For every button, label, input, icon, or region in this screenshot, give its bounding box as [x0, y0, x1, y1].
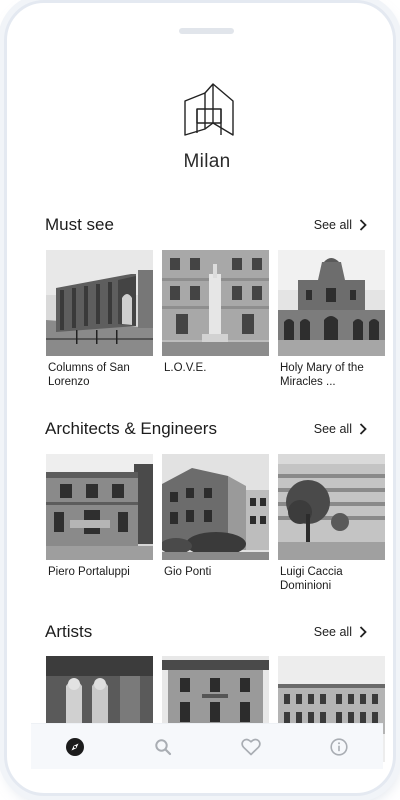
chevron-right-icon — [359, 219, 367, 231]
speaker-slot — [179, 28, 234, 34]
section-header-artists: Artists See all — [45, 620, 367, 644]
see-all-link[interactable]: See all — [314, 218, 367, 232]
card[interactable]: L.O.V.E. — [162, 250, 269, 389]
chevron-right-icon — [359, 423, 367, 435]
card-caption: Piero Portaluppi — [48, 566, 130, 578]
tab-favorites[interactable] — [239, 735, 263, 759]
see-all-label: See all — [313, 218, 352, 232]
card[interactable]: Piero Portaluppi — [46, 454, 153, 593]
see-all-label: See all — [313, 625, 352, 639]
tab-search[interactable] — [151, 735, 175, 759]
card-caption: Columns of San Lorenzo — [48, 362, 130, 388]
tab-explore[interactable] — [63, 735, 87, 759]
tab-info[interactable] — [327, 735, 351, 759]
info-icon — [330, 737, 348, 756]
card-row-must-see: Columns of San Lorenzo L.O.V.E. Holy Mar… — [46, 250, 385, 389]
card-image — [46, 250, 153, 356]
card-image — [162, 250, 269, 356]
bottom-tab-bar — [31, 723, 383, 769]
phone-frame: Milan Must see See all Columns of San Lo… — [4, 0, 396, 796]
card-caption: Gio Ponti — [164, 566, 212, 578]
heart-icon — [241, 738, 261, 755]
section-title: Artists — [45, 622, 93, 641]
card-caption: Holy Mary of the Miracles ... — [280, 362, 364, 388]
compass-icon — [66, 737, 84, 756]
search-icon — [155, 738, 172, 755]
section-title: Architects & Engineers — [45, 419, 217, 438]
card-caption: Luigi Caccia Dominioni — [280, 566, 343, 592]
city-logo-icon — [184, 83, 234, 136]
card-image — [278, 454, 385, 560]
card-image — [278, 250, 385, 356]
city-title: Milan — [183, 151, 231, 172]
section-header-architects: Architects & Engineers See all — [45, 417, 367, 441]
card[interactable]: Gio Ponti — [162, 454, 269, 593]
section-header-must-see: Must see See all — [45, 213, 367, 237]
see-all-link[interactable]: See all — [314, 422, 367, 436]
see-all-link[interactable]: See all — [314, 625, 367, 639]
chevron-right-icon — [359, 626, 367, 638]
card-image — [46, 454, 153, 560]
card[interactable]: Columns of San Lorenzo — [46, 250, 153, 389]
card-image — [162, 454, 269, 560]
see-all-label: See all — [313, 422, 352, 436]
section-title: Must see — [45, 215, 114, 234]
card[interactable]: Luigi Caccia Dominioni — [278, 454, 385, 593]
card-caption: L.O.V.E. — [164, 362, 207, 374]
card[interactable]: Holy Mary of the Miracles ... — [278, 250, 385, 389]
card-row-architects: Piero Portaluppi Gio Ponti Luigi Caccia … — [46, 454, 385, 593]
